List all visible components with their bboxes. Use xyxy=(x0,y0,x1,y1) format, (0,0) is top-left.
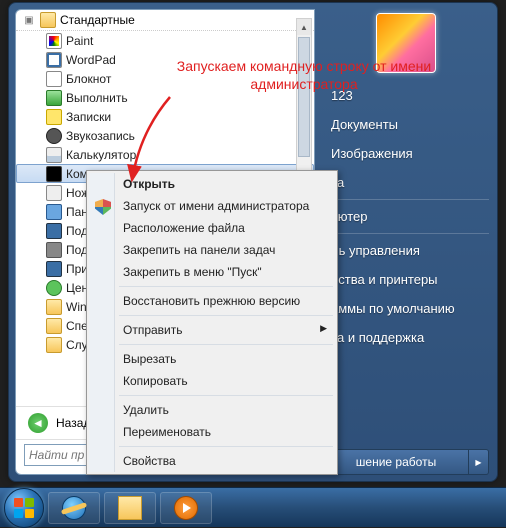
right-item-pictures[interactable]: Изображения xyxy=(323,139,489,168)
context-menu-label: Вырезать xyxy=(123,352,176,366)
sound-icon xyxy=(46,128,62,144)
wmp-icon xyxy=(174,496,198,520)
context-menu-item[interactable]: Копировать xyxy=(89,370,335,392)
taskbar-wmp-button[interactable] xyxy=(160,492,212,524)
programs-folder-header[interactable]: ▣ Стандартные xyxy=(16,10,314,31)
right-item-computer[interactable]: ьютер xyxy=(323,202,489,231)
context-menu-item[interactable]: Удалить xyxy=(89,399,335,421)
context-menu-item[interactable]: Переименовать xyxy=(89,421,335,443)
right-item-help[interactable]: ка и поддержка xyxy=(323,323,489,352)
context-menu-item[interactable]: Отправить ▶ xyxy=(89,319,335,341)
submenu-arrow-icon: ▶ xyxy=(320,323,327,334)
program-label: Выполнить xyxy=(66,91,128,105)
context-menu-label: Открыть xyxy=(123,177,175,191)
program-item[interactable]: Записки xyxy=(16,107,314,126)
context-menu-separator xyxy=(119,395,333,396)
context-menu-label: Закрепить на панели задач xyxy=(123,243,275,257)
right-item-music[interactable]: ка xyxy=(323,168,489,197)
context-menu-separator xyxy=(119,344,333,345)
context-menu-item[interactable]: Вырезать xyxy=(89,348,335,370)
tutorial-annotation: Запускаем командную строку от имени адми… xyxy=(134,58,474,93)
context-menu-label: Копировать xyxy=(123,374,188,388)
folder-icon xyxy=(46,318,62,334)
scis-icon xyxy=(46,185,62,201)
context-menu-label: Закрепить в меню "Пуск" xyxy=(123,265,262,279)
context-menu-separator xyxy=(119,315,333,316)
scroll-thumb[interactable] xyxy=(298,37,310,157)
calc-icon xyxy=(46,147,62,163)
program-label: Калькулятор xyxy=(66,148,136,162)
program-label: Блокнот xyxy=(66,72,111,86)
taskbar xyxy=(0,487,506,527)
separator xyxy=(323,233,489,234)
program-label: WordPad xyxy=(66,53,116,67)
context-menu-label: Восстановить прежнюю версию xyxy=(123,294,300,308)
scroll-up-icon[interactable]: ▲ xyxy=(297,19,311,35)
context-menu-item[interactable]: Открыть xyxy=(89,173,335,195)
context-menu-label: Отправить xyxy=(123,323,183,337)
tablet-icon xyxy=(46,204,62,220)
run-icon xyxy=(46,90,62,106)
program-item[interactable]: Звукозапись xyxy=(16,126,314,145)
context-menu-label: Удалить xyxy=(123,403,169,417)
notes-icon xyxy=(46,109,62,125)
program-label: Звукозапись xyxy=(66,129,135,143)
proj-icon xyxy=(46,242,62,258)
context-menu-separator xyxy=(119,286,333,287)
shutdown-split-button: шение работы ▶ xyxy=(323,449,489,475)
taskbar-explorer-button[interactable] xyxy=(104,492,156,524)
context-menu-label: Переименовать xyxy=(123,425,211,439)
wordpad-icon xyxy=(46,52,62,68)
program-label: Paint xyxy=(66,34,93,48)
cmd-icon xyxy=(46,166,62,182)
shutdown-label: шение работы xyxy=(356,455,436,469)
back-arrow-icon: ◄ xyxy=(28,413,48,433)
context-menu-item[interactable]: Запуск от имени администратора xyxy=(89,195,335,217)
context-menu-label: Свойства xyxy=(123,454,176,468)
program-item[interactable]: Paint xyxy=(16,31,314,50)
start-button[interactable] xyxy=(4,488,44,528)
rdp-icon xyxy=(46,223,62,239)
context-menu-item[interactable]: Свойства xyxy=(89,450,335,472)
ie-icon xyxy=(62,496,86,520)
folder-icon xyxy=(46,337,62,353)
context-menu-item[interactable]: Расположение файла xyxy=(89,217,335,239)
program-label: Записки xyxy=(66,110,111,124)
program-item[interactable]: Калькулятор xyxy=(16,145,314,164)
rdp-icon xyxy=(46,261,62,277)
uac-shield-icon xyxy=(95,199,111,215)
context-menu-separator xyxy=(119,446,333,447)
right-item-devices[interactable]: йства и принтеры xyxy=(323,265,489,294)
right-item-documents[interactable]: Документы xyxy=(323,110,489,139)
shutdown-button[interactable]: шение работы xyxy=(323,449,469,475)
right-item-controlpanel[interactable]: ль управления xyxy=(323,236,489,265)
shutdown-options-arrow-icon[interactable]: ▶ xyxy=(469,449,489,475)
folder-icon xyxy=(46,299,62,315)
explorer-icon xyxy=(118,496,142,520)
folder-label: Стандартные xyxy=(60,13,135,27)
context-menu-item[interactable]: Восстановить прежнюю версию xyxy=(89,290,335,312)
right-item-defaults[interactable]: аммы по умолчанию xyxy=(323,294,489,323)
context-menu-label: Расположение файла xyxy=(123,221,245,235)
context-menu: Открыть Запуск от имени администратора Рас… xyxy=(86,170,338,475)
folder-icon xyxy=(40,12,56,28)
context-menu-label: Запуск от имени администратора xyxy=(123,199,309,213)
context-menu-item[interactable]: Закрепить в меню "Пуск" xyxy=(89,261,335,283)
separator xyxy=(323,199,489,200)
tree-collapse-icon[interactable]: ▣ xyxy=(22,15,36,26)
paint-icon xyxy=(46,33,62,49)
notepad-icon xyxy=(46,71,62,87)
sync-icon xyxy=(46,280,62,296)
taskbar-ie-button[interactable] xyxy=(48,492,100,524)
context-menu-item[interactable]: Закрепить на панели задач xyxy=(89,239,335,261)
